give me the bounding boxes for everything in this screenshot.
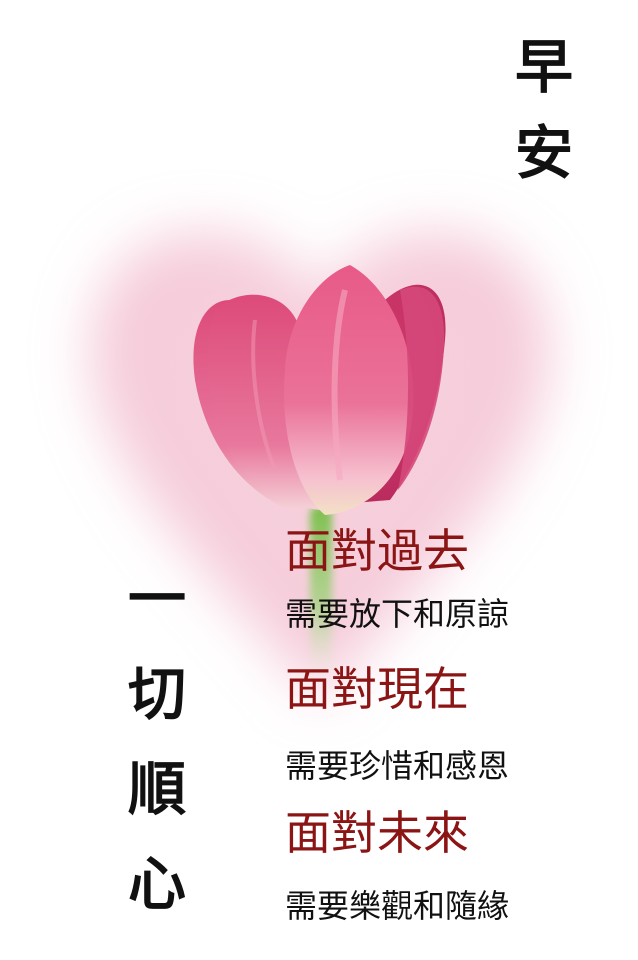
poem-heading-present: 面對現在 xyxy=(285,662,469,716)
poem-line-future: 需要樂觀和隨緣 xyxy=(285,887,510,925)
poem-heading-future: 面對未來 xyxy=(285,806,469,860)
wish-char: 順 xyxy=(128,755,187,823)
poem-line-past: 需要放下和原諒 xyxy=(285,595,510,633)
wish-vertical-text: 一 切 順 心 xyxy=(128,570,186,950)
poem-block: 面對過去 需要放下和原諒 面對現在 需要珍惜和感恩 面對未來 需要樂觀和隨緣 xyxy=(285,528,605,922)
wish-char: 切 xyxy=(128,660,187,728)
greeting-char: 安 xyxy=(515,119,574,187)
poem-heading-past: 面對過去 xyxy=(285,524,469,578)
poem-line-present: 需要珍惜和感恩 xyxy=(285,747,510,785)
wish-char: 一 xyxy=(128,565,187,633)
wish-char: 心 xyxy=(128,850,187,918)
greeting-vertical-text: 早 安 xyxy=(515,38,573,210)
greeting-char: 早 xyxy=(515,33,574,101)
